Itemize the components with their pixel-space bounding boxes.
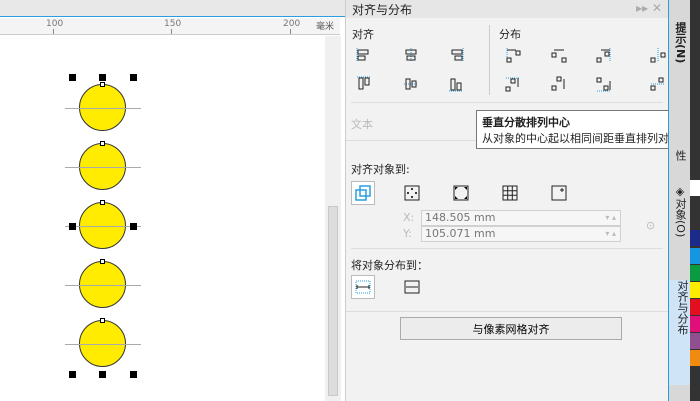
align-distribute-panel: 对齐与分布 ▸▸ ✕ 对齐 分布 文本 对齐对象到: X: 148.505 mm… — [345, 0, 669, 401]
distribute-to-page-icon[interactable] — [402, 277, 422, 297]
selection-handle[interactable] — [69, 223, 76, 230]
tab-properties[interactable]: 性 — [672, 150, 688, 161]
align-bottom-icon[interactable] — [446, 74, 466, 94]
panel-title: 对齐与分布 ▸▸ ✕ — [346, 0, 668, 18]
text-label: 文本 — [351, 118, 373, 131]
layers-icon: ◈ — [675, 185, 685, 198]
selection-handle[interactable] — [69, 74, 76, 81]
align-to-active-objects-icon[interactable] — [351, 181, 375, 205]
align-to-pixel-grid-button[interactable]: 与像素网格对齐 — [400, 317, 622, 340]
target-point-icon[interactable]: ⊙ — [646, 219, 655, 232]
close-icon[interactable]: ▸▸ ✕ — [636, 1, 662, 15]
horizontal-ruler[interactable]: 100 150 200 毫米 — [0, 18, 340, 35]
selection-handle[interactable] — [130, 74, 137, 81]
vertical-scrollbar[interactable] — [325, 36, 341, 401]
distribute-left-icon[interactable] — [503, 45, 523, 65]
distribute-center-v-icon[interactable] — [549, 74, 569, 94]
ruler-label: 150 — [164, 19, 182, 29]
align-to-page-center-icon[interactable] — [451, 183, 471, 203]
ruler-label: 200 — [283, 19, 301, 29]
selection-handle[interactable] — [99, 371, 106, 378]
align-center-v-icon[interactable] — [401, 74, 421, 94]
color-palette[interactable] — [690, 0, 700, 401]
distribute-to-selection-icon[interactable] — [351, 275, 375, 299]
tab-align-distribute[interactable]: 对齐与分布 — [669, 280, 690, 385]
y-coordinate-input[interactable]: 105.071 mm ▾ ▴ — [421, 226, 621, 242]
distribute-spacing-h-icon[interactable] — [648, 45, 668, 65]
tab-objects[interactable]: ◈对象(O) — [672, 185, 688, 237]
align-right-icon[interactable] — [446, 45, 466, 65]
ruler-unit: 毫米 — [316, 22, 335, 32]
tooltip-title: 垂直分散排列中心 — [482, 116, 570, 129]
align-to-grid-icon[interactable] — [500, 183, 520, 203]
distribute-top-icon[interactable] — [503, 74, 523, 94]
align-to-label: 对齐对象到: — [351, 163, 410, 176]
align-left-icon[interactable] — [354, 45, 374, 65]
align-center-h-icon[interactable] — [401, 45, 421, 65]
ruler-label: 100 — [46, 19, 64, 29]
align-label: 对齐 — [352, 28, 374, 41]
selection-handle[interactable] — [130, 371, 137, 378]
drawing-canvas[interactable] — [0, 36, 325, 401]
tooltip-body: 从对象的中心起以相同间距垂直排列对象。 — [482, 132, 691, 145]
align-to-point-icon[interactable] — [549, 183, 569, 203]
selection-handle[interactable] — [69, 371, 76, 378]
distribute-center-h-icon[interactable] — [549, 45, 569, 65]
docker-tabs: 提示(N) 性 ◈对象(O) 对齐与分布 — [668, 0, 690, 401]
tab-hints[interactable]: 提示(N) — [672, 22, 688, 63]
distribute-to-label: 将对象分布到： — [351, 259, 428, 272]
align-to-page-edge-icon[interactable] — [402, 183, 422, 203]
align-top-icon[interactable] — [354, 74, 374, 94]
distribute-bottom-icon[interactable] — [594, 74, 614, 94]
distribute-spacing-v-icon[interactable] — [648, 74, 668, 94]
selection-handle[interactable] — [99, 74, 106, 81]
toolbar-band — [0, 0, 345, 17]
distribute-label: 分布 — [499, 28, 521, 41]
tooltip: 垂直分散排列中心 从对象的中心起以相同间距垂直排列对象。 — [476, 110, 700, 149]
selection-handle[interactable] — [130, 223, 137, 230]
distribute-right-icon[interactable] — [594, 45, 614, 65]
x-coordinate-input[interactable]: 148.505 mm ▾ ▴ — [421, 210, 621, 226]
